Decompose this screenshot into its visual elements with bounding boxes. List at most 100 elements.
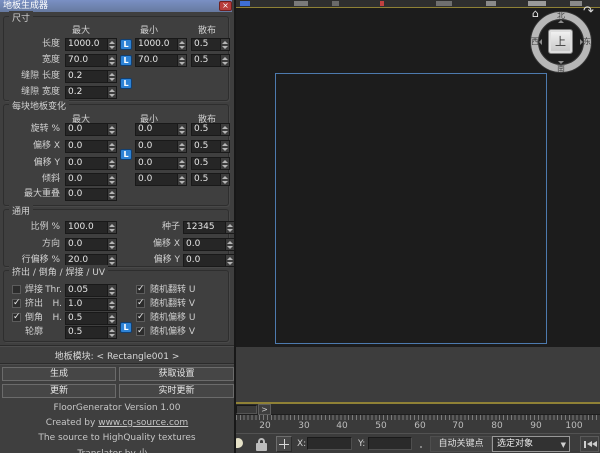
spinner[interactable] [220, 54, 230, 67]
spinner[interactable] [177, 173, 187, 186]
spinner[interactable] [177, 54, 187, 67]
get-settings-button[interactable]: 获取设置 [119, 367, 234, 381]
random-offset-v-checkbox[interactable] [136, 327, 145, 336]
field-value[interactable]: 0.05 [65, 284, 107, 297]
spinner[interactable] [220, 173, 230, 186]
direction-field[interactable]: 0.0 [65, 238, 117, 251]
tilt-max-field[interactable]: 0.0 [65, 173, 117, 186]
field-value[interactable]: 0.0 [183, 238, 225, 251]
rotation-max-field[interactable]: 0.0 [65, 123, 117, 136]
selection-filter-dropdown[interactable]: 选定对象 ▼ [492, 436, 570, 452]
offsetx-spread-field[interactable]: 0.5 [191, 140, 230, 153]
spinner[interactable] [107, 54, 117, 67]
width-max-field[interactable]: 70.0 [65, 54, 117, 67]
field-value[interactable]: 0.0 [65, 238, 107, 251]
field-value[interactable]: 0.0 [65, 157, 107, 170]
cg-source-link[interactable]: www.cg-source.com [98, 418, 188, 428]
x-coordinate-field[interactable] [307, 437, 352, 450]
viewcube-arrow-north[interactable] [558, 20, 564, 23]
viewcube-label-north[interactable]: 北 [531, 12, 591, 20]
viewcube-label-south[interactable]: 南 [531, 65, 591, 73]
viewcube-home-icon[interactable]: ⌂ [532, 8, 539, 19]
field-value[interactable]: 70.0 [135, 54, 177, 67]
random-flip-v-checkbox[interactable] [136, 299, 145, 308]
viewcube-orbit-arrow-icon[interactable]: ↷ [583, 5, 594, 18]
length-link-button[interactable]: L [120, 39, 132, 50]
spinner[interactable] [107, 238, 117, 251]
spinner[interactable] [107, 86, 117, 99]
viewcube-label-east[interactable]: 东 [583, 38, 591, 46]
field-value[interactable]: 0.5 [191, 173, 220, 186]
field-value[interactable]: 0.5 [191, 123, 220, 136]
field-value[interactable]: 1.0 [65, 298, 107, 311]
offsety-spread-field[interactable]: 0.5 [191, 157, 230, 170]
spinner[interactable] [225, 254, 235, 267]
field-value[interactable]: 0.5 [65, 326, 107, 339]
field-value[interactable]: 100.0 [65, 221, 107, 234]
field-value[interactable]: 0.0 [65, 140, 107, 153]
spinner[interactable] [107, 312, 117, 325]
absolute-transform-mode-button[interactable] [276, 436, 292, 452]
field-value[interactable]: 0.5 [65, 312, 107, 325]
spinner[interactable] [220, 157, 230, 170]
max-overlap-field[interactable]: 0.0 [65, 188, 117, 201]
field-value[interactable]: 0.0 [65, 173, 107, 186]
spinner[interactable] [107, 254, 117, 267]
outline-field[interactable]: 0.5 [65, 326, 117, 339]
length-min-field[interactable]: 1000.0 [135, 38, 187, 51]
spinner[interactable] [107, 140, 117, 153]
spinner[interactable] [177, 38, 187, 51]
track-bar[interactable]: 20 30 40 50 60 70 80 90 100 [236, 415, 600, 433]
spinner[interactable] [107, 38, 117, 51]
viewcube[interactable]: 上 北 南 西 东 [531, 12, 591, 72]
general-offsety-field[interactable]: 0.0 [183, 254, 235, 267]
offsety-min-field[interactable]: 0.0 [135, 157, 187, 170]
spinner[interactable] [107, 173, 117, 186]
spinner[interactable] [107, 326, 117, 339]
spinner[interactable] [107, 157, 117, 170]
offsety-max-field[interactable]: 0.0 [65, 157, 117, 170]
spinner[interactable] [177, 123, 187, 136]
close-button[interactable]: × [219, 1, 232, 11]
width-spread-field[interactable]: 0.5 [191, 54, 230, 67]
field-value[interactable]: 0.0 [65, 123, 107, 136]
generate-button[interactable]: 生成 [2, 367, 116, 381]
field-value[interactable]: 0.5 [191, 54, 220, 67]
live-update-button[interactable]: 实时更新 [119, 384, 234, 398]
scale-field[interactable]: 100.0 [65, 221, 117, 234]
extrude-height-field[interactable]: 1.0 [65, 298, 117, 311]
gap-length-field[interactable]: 0.2 [65, 70, 117, 83]
module-pick-row[interactable]: 地板模块: < Rectangle001 > [0, 349, 234, 362]
field-value[interactable]: 0.0 [65, 188, 107, 201]
extrude-checkbox[interactable] [12, 299, 21, 308]
dialog-titlebar[interactable]: 地板生成器 [0, 0, 232, 12]
field-value[interactable]: 12345 [183, 221, 225, 234]
next-frame-button[interactable]: > [258, 404, 271, 415]
offsetx-max-field[interactable]: 0.0 [65, 140, 117, 153]
viewcube-top-face[interactable]: 上 [548, 29, 573, 54]
spinner[interactable] [107, 188, 117, 201]
rotation-min-field[interactable]: 0.0 [135, 123, 187, 136]
random-offset-u-checkbox[interactable] [136, 313, 145, 322]
field-value[interactable]: 0.5 [191, 38, 220, 51]
y-coordinate-field[interactable] [368, 437, 412, 450]
spinner[interactable] [107, 298, 117, 311]
spinner[interactable] [107, 70, 117, 83]
field-value[interactable]: 0.0 [135, 123, 177, 136]
module-value[interactable]: < Rectangle001 > [97, 352, 180, 362]
rotation-spread-field[interactable]: 0.5 [191, 123, 230, 136]
seed-field[interactable]: 12345 [183, 221, 235, 234]
viewcube-label-west[interactable]: 西 [531, 38, 539, 46]
offsetx-min-field[interactable]: 0.0 [135, 140, 187, 153]
rectangle-spline-object[interactable] [275, 73, 547, 344]
field-value[interactable]: 0.0 [135, 140, 177, 153]
spinner[interactable] [225, 238, 235, 251]
field-value[interactable]: 0.0 [135, 173, 177, 186]
spinner[interactable] [107, 221, 117, 234]
bevel-height-field[interactable]: 0.5 [65, 312, 117, 325]
gap-width-field[interactable]: 0.2 [65, 86, 117, 99]
spinner[interactable] [107, 284, 117, 297]
bevel-checkbox[interactable] [12, 313, 21, 322]
field-value[interactable]: 1000.0 [135, 38, 177, 51]
spinner[interactable] [220, 140, 230, 153]
